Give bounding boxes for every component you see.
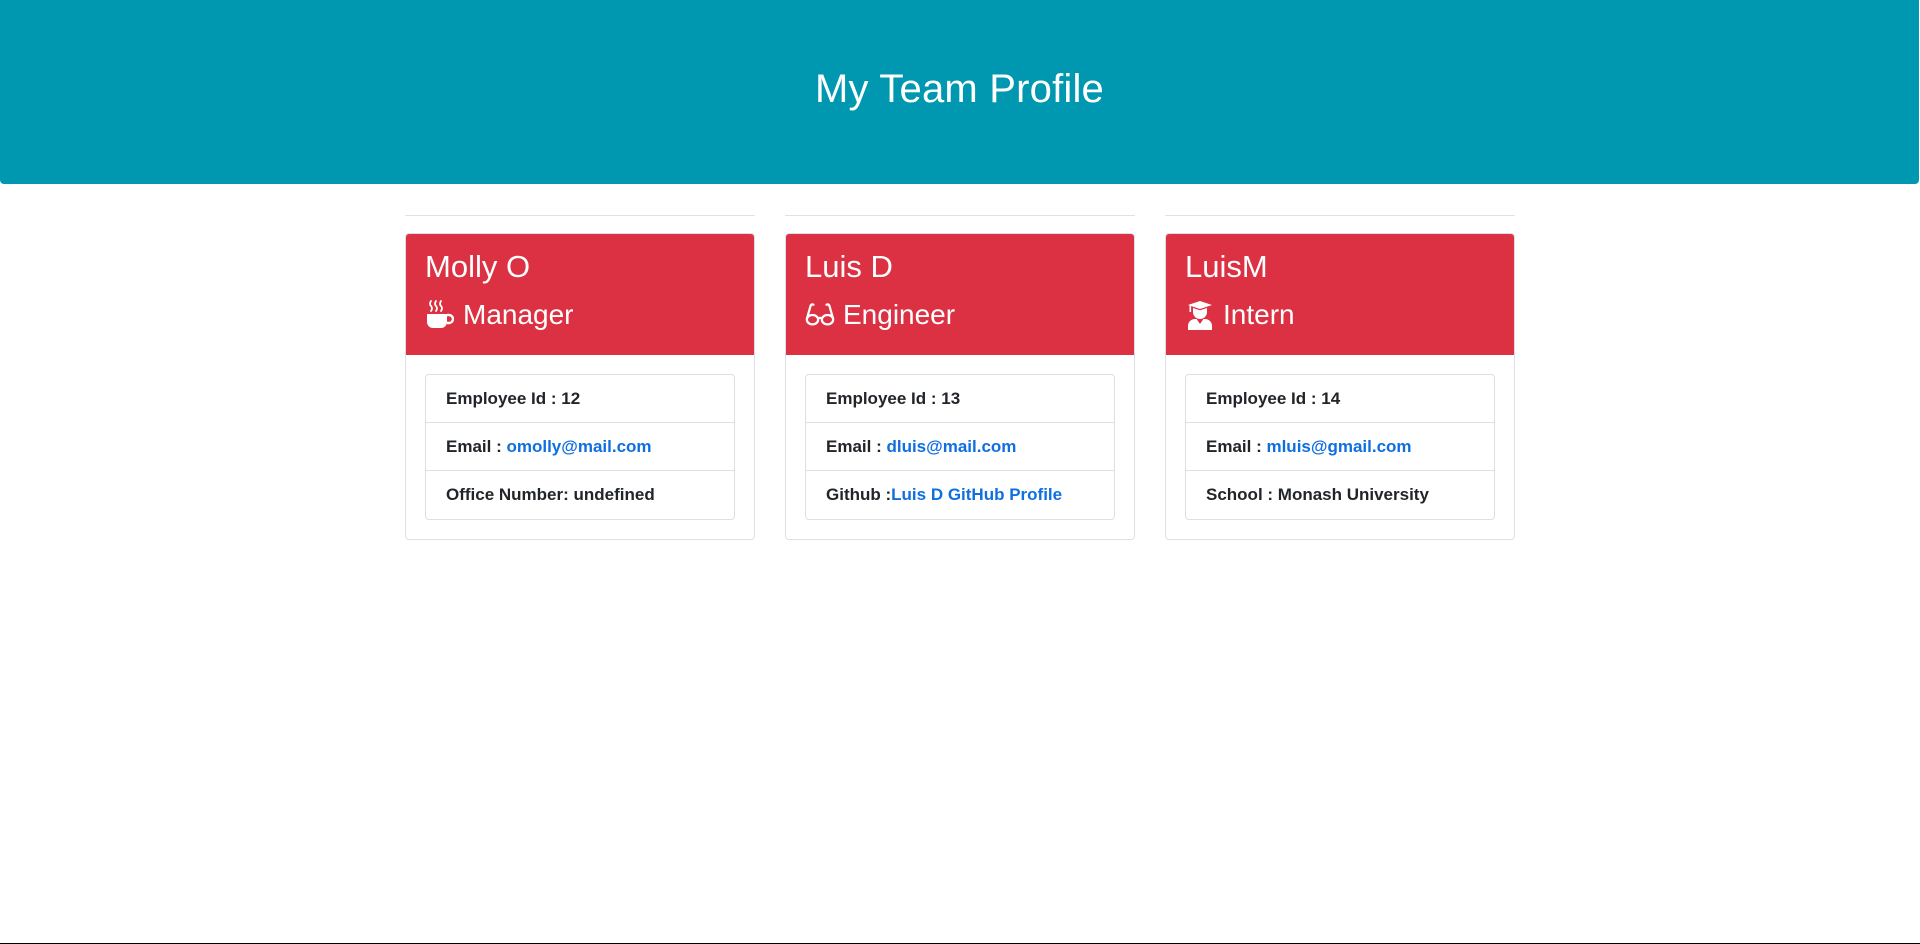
employee-email: Email : omolly@mail.com: [426, 423, 734, 471]
school: School : Monash University: [1206, 485, 1429, 504]
employee-details: Employee Id : 13 Email : dluis@mail.com …: [805, 374, 1115, 520]
role-label: Manager: [463, 299, 574, 330]
mug-hot-icon: [425, 300, 455, 330]
employee-role: Intern: [1185, 295, 1495, 335]
email-link[interactable]: omolly@mail.com: [506, 437, 651, 457]
employee-id: Employee Id : 13: [806, 375, 1114, 423]
email-label: Email :: [1206, 436, 1267, 456]
card-header: Luis D Engineer: [786, 234, 1134, 355]
employee-name: Molly O: [425, 249, 531, 284]
card-body: Employee Id : 14 Email : mluis@gmail.com…: [1166, 355, 1514, 539]
glasses-icon: [805, 300, 835, 330]
employee-card-intern: LuisM Intern Employee Id: 14 Email: ml…: [1165, 233, 1515, 540]
employee-id: Employee Id : 14: [1186, 375, 1494, 423]
employee-id: Employee Id : 12: [426, 375, 734, 423]
card-body: Employee Id : 13 Email : dluis@mail.com …: [786, 355, 1134, 539]
employee-email: Email : dluis@mail.com: [806, 423, 1114, 471]
employee-email: Email : mluis@gmail.com: [1186, 423, 1494, 471]
email-link[interactable]: mluis@gmail.com: [1266, 437, 1411, 457]
header-banner: My Team Profile: [0, 0, 1919, 184]
divider: [1165, 215, 1515, 216]
employee-column-engineer: Luis D Engineer Employee Id: 13 Email:…: [785, 215, 1135, 540]
github: Github : Luis D GitHub Profile: [806, 471, 1114, 519]
employee-role: Manager: [425, 295, 735, 335]
role-label: Intern: [1223, 299, 1295, 330]
office-number: Office Number: undefined: [446, 485, 655, 504]
email-label: Email :: [826, 436, 887, 456]
email-link[interactable]: dluis@mail.com: [886, 437, 1016, 457]
employee-card-engineer: Luis D Engineer Employee Id: 13 Email:…: [785, 233, 1135, 540]
card-header: Molly O Manager: [406, 234, 754, 355]
github-link[interactable]: Luis D GitHub Profile: [891, 485, 1062, 505]
page: My Team Profile Molly O Manager Employee…: [0, 0, 1920, 944]
card-body: Employee Id : 12 Email : omolly@mail.com…: [406, 355, 754, 539]
user-graduate-icon: [1185, 300, 1215, 330]
divider: [785, 215, 1135, 216]
employee-name: LuisM: [1185, 249, 1268, 284]
employee-column-intern: LuisM Intern Employee Id: 14 Email: ml…: [1165, 215, 1515, 540]
employee-card-manager: Molly O Manager Employee Id: 12 Email:…: [405, 233, 755, 540]
card-header: LuisM Intern: [1166, 234, 1514, 355]
page-title: My Team Profile: [814, 66, 1104, 111]
employee-column-manager: Molly O Manager Employee Id: 12 Email:…: [405, 215, 755, 540]
employee-name: Luis D: [805, 249, 893, 284]
role-label: Engineer: [843, 299, 956, 330]
divider: [405, 215, 755, 216]
github-label: Github :: [826, 485, 892, 504]
employee-details: Employee Id : 12 Email : omolly@mail.com…: [425, 374, 735, 520]
employee-details: Employee Id : 14 Email : mluis@gmail.com…: [1185, 374, 1495, 520]
employee-role: Engineer: [805, 295, 1115, 335]
email-label: Email :: [446, 436, 507, 456]
team-cards: Molly O Manager Employee Id: 12 Email:…: [405, 215, 1515, 540]
